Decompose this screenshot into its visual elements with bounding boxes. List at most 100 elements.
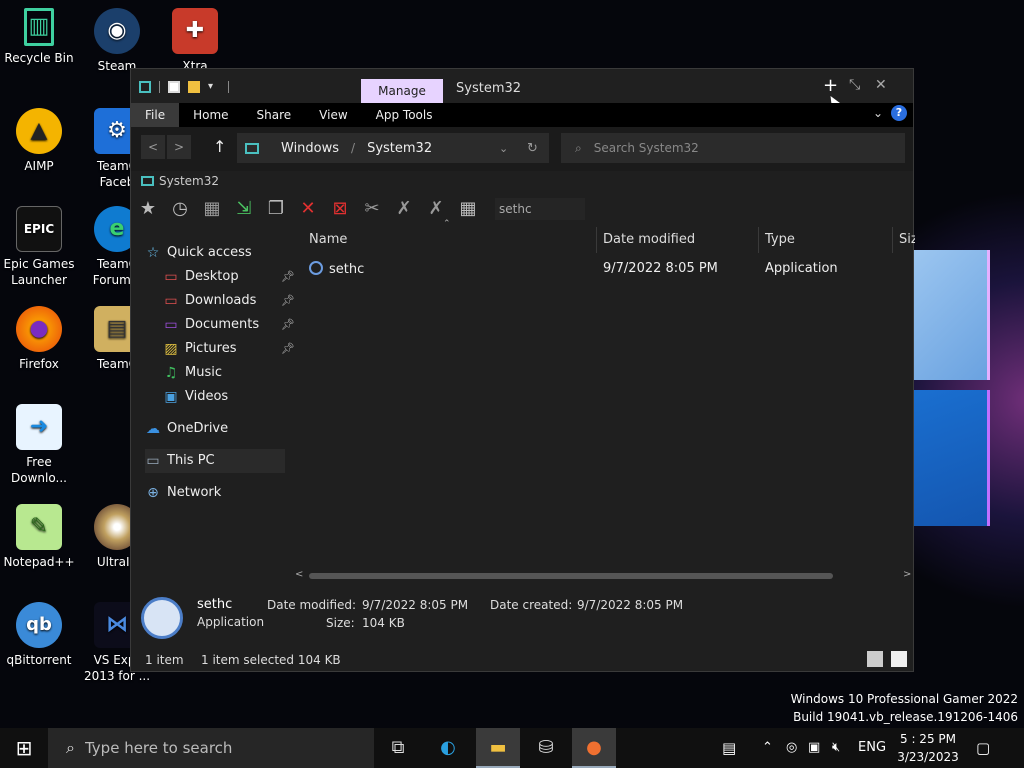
close-icon[interactable]: ✕ bbox=[875, 77, 887, 93]
clock-time: 5 : 25 PM bbox=[900, 732, 956, 746]
tab-file[interactable]: File bbox=[131, 103, 180, 127]
desktop-icon-qbittorrent[interactable]: qb qBittorrent bbox=[0, 602, 78, 668]
chevron-up-icon[interactable]: ⌃ bbox=[762, 728, 773, 768]
pin-icon[interactable]: 📌︎ bbox=[281, 313, 295, 337]
meet-now-icon[interactable]: ◎ bbox=[786, 728, 797, 768]
delete-icon[interactable]: ✕ bbox=[297, 198, 319, 220]
cut-icon[interactable]: ✂ bbox=[361, 198, 383, 220]
file-type-cell: Application bbox=[765, 261, 838, 276]
address-segment-system32[interactable]: System32 bbox=[367, 141, 432, 156]
expand-ribbon-chevron-icon[interactable]: ⌄ bbox=[873, 106, 883, 120]
desktop-icon-xtra[interactable]: ✚ Xtra bbox=[156, 8, 234, 74]
desktop-icon-steam[interactable]: ◉ Steam bbox=[78, 8, 156, 74]
details-date-modified-label: Date modified: bbox=[267, 598, 357, 612]
copy-to-icon[interactable]: ❐ bbox=[265, 198, 287, 220]
desktop-icon-epic-games[interactable]: EPIC Epic Games Launcher bbox=[0, 206, 78, 288]
star-icon[interactable]: ★ bbox=[137, 198, 159, 220]
scrollbar-thumb[interactable] bbox=[309, 573, 833, 579]
nav-desktop[interactable]: ▭ Desktop 📌︎ bbox=[145, 265, 295, 289]
back-button[interactable]: < bbox=[141, 135, 165, 159]
nav-this-pc[interactable]: ▭ This PC bbox=[145, 449, 285, 473]
network-icon[interactable]: ▣ bbox=[808, 728, 820, 768]
desktop-icon-firefox[interactable]: ● Firefox bbox=[0, 306, 78, 372]
nav-downloads[interactable]: ▭ Downloads 📌︎ bbox=[145, 289, 295, 313]
tab-app-tools[interactable]: App Tools bbox=[362, 103, 447, 127]
nav-network[interactable]: ⊕ Network bbox=[145, 481, 295, 505]
qat-dropdown-icon[interactable]: ▾ bbox=[208, 81, 220, 93]
taskbar-search[interactable]: ⌕ bbox=[48, 728, 374, 768]
new-folder-icon[interactable] bbox=[188, 81, 200, 93]
desktop-icon-label: Epic Games Launcher bbox=[3, 257, 75, 287]
pin-icon[interactable]: 📌︎ bbox=[281, 289, 295, 313]
nav-pictures[interactable]: ▨ Pictures 📌︎ bbox=[145, 337, 295, 361]
details-file-name: sethc bbox=[197, 597, 233, 612]
file-list: ⌃ Name Date modified Type Siz sethc 9/7/… bbox=[303, 219, 915, 567]
view-layout-icon[interactable]: ▦ bbox=[457, 198, 479, 220]
pin-icon[interactable]: 📌︎ bbox=[281, 337, 295, 361]
desktop-icon-notepadpp[interactable]: ✎ Notepad++ bbox=[0, 504, 78, 570]
tab-share[interactable]: Share bbox=[243, 103, 306, 127]
large-icons-view-icon[interactable] bbox=[891, 651, 907, 667]
column-header-type[interactable]: Type bbox=[759, 227, 893, 253]
move-to-icon[interactable]: ⇲ bbox=[233, 198, 255, 220]
horizontal-scrollbar[interactable]: < > bbox=[295, 569, 911, 581]
breadcrumb[interactable]: System32 bbox=[159, 174, 219, 188]
column-header-date-modified[interactable]: Date modified bbox=[597, 227, 759, 253]
chevron-down-icon[interactable]: ⌄ bbox=[499, 142, 508, 155]
properties-icon[interactable] bbox=[168, 81, 180, 93]
address-separator: / bbox=[351, 141, 356, 155]
nav-onedrive[interactable]: ☁ OneDrive bbox=[145, 417, 295, 441]
address-bar[interactable]: Windows / System32 ⌄ ↻ bbox=[237, 133, 549, 163]
filter-field[interactable]: sethc bbox=[495, 198, 585, 220]
address-segment-windows[interactable]: Windows bbox=[281, 141, 339, 156]
tab-view[interactable]: View bbox=[305, 103, 361, 127]
details-view-icon[interactable] bbox=[867, 651, 883, 667]
news-icon[interactable]: ▤ bbox=[722, 728, 736, 768]
up-arrow-icon[interactable]: ↑ bbox=[213, 137, 226, 156]
title-bar[interactable]: ▾ Manage System32 + ⤡ ✕ bbox=[131, 69, 913, 112]
column-header-size[interactable]: Siz bbox=[893, 227, 915, 253]
taskbar-search-input[interactable] bbox=[84, 739, 345, 757]
scroll-right-icon[interactable]: > bbox=[903, 569, 911, 580]
store-icon[interactable]: ⛁ bbox=[524, 728, 568, 768]
task-view-icon[interactable]: ⧉ bbox=[376, 728, 420, 768]
pin-icon[interactable]: 📌︎ bbox=[281, 265, 295, 289]
windows-logo-icon[interactable]: ▦ bbox=[201, 198, 223, 220]
delete-permanently-icon[interactable]: ⊠ bbox=[329, 198, 351, 220]
history-icon[interactable]: ◷ bbox=[169, 198, 191, 220]
column-header-name[interactable]: Name bbox=[303, 227, 597, 253]
nav-videos[interactable]: ▣ Videos bbox=[145, 385, 295, 409]
edge-icon[interactable]: ◐ bbox=[426, 728, 470, 768]
desktop-icon-free-downloader[interactable]: ➜ Free Downlo... bbox=[0, 404, 78, 486]
refresh-icon[interactable]: ↻ bbox=[527, 141, 538, 156]
notifications-icon[interactable]: ▢ bbox=[976, 728, 990, 768]
volume-muted-icon[interactable]: 🔇︎ bbox=[832, 728, 840, 768]
clock[interactable]: 5 : 25 PM 3/23/2023 bbox=[890, 730, 966, 766]
undo-icon[interactable]: ✗ bbox=[393, 198, 415, 220]
table-row[interactable]: sethc 9/7/2022 8:05 PM Application bbox=[303, 257, 915, 281]
forward-button[interactable]: > bbox=[167, 135, 191, 159]
desktop-icon-recycle-bin[interactable]: ▥ Recycle Bin bbox=[0, 8, 78, 66]
help-icon[interactable]: ? bbox=[891, 105, 907, 121]
tab-home[interactable]: Home bbox=[179, 103, 242, 127]
search-box[interactable]: ⌕ bbox=[561, 133, 905, 163]
redo-icon[interactable]: ✗ bbox=[425, 198, 447, 220]
firefox-icon[interactable]: ● bbox=[572, 728, 616, 768]
search-input[interactable] bbox=[593, 141, 874, 155]
nav-quick-access[interactable]: ☆ Quick access bbox=[145, 241, 295, 265]
nav-documents[interactable]: ▭ Documents 📌︎ bbox=[145, 313, 295, 337]
desktop-icon-aimp[interactable]: ▲ AIMP bbox=[0, 108, 78, 174]
tab-manage[interactable]: Manage bbox=[361, 79, 443, 103]
start-button[interactable]: ⊞ bbox=[0, 728, 48, 768]
file-explorer-icon[interactable]: ▬ bbox=[476, 728, 520, 768]
maximize-icon[interactable]: ⤡ bbox=[849, 77, 860, 93]
nav-music[interactable]: ♫ Music bbox=[145, 361, 295, 385]
os-build: Build 19041.vb_release.191206-1406 bbox=[793, 710, 1018, 724]
folder-outline-icon[interactable] bbox=[139, 81, 151, 93]
item-count: 1 item bbox=[145, 653, 184, 667]
language-indicator[interactable]: ENG bbox=[858, 728, 886, 768]
explorer-window[interactable]: ▾ Manage System32 + ⤡ ✕ File Home Share … bbox=[130, 68, 915, 672]
details-file-kind: Application bbox=[197, 615, 265, 629]
scroll-left-icon[interactable]: < bbox=[295, 569, 303, 580]
